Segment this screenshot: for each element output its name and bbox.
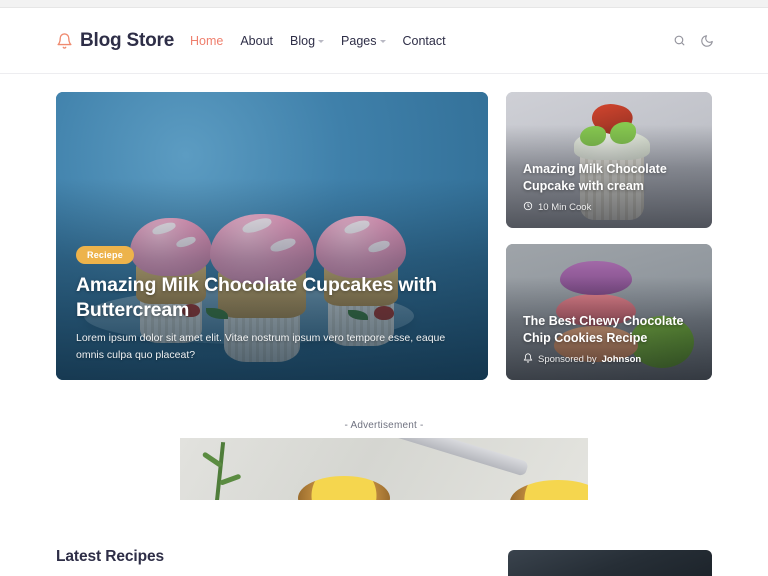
- main-navigation: Home About Blog Pages Contact: [190, 34, 446, 48]
- moon-icon[interactable]: [700, 34, 714, 48]
- hero-post-excerpt: Lorem ipsum dolor sit amet elit. Vitae n…: [76, 332, 446, 361]
- lemon-tart-1: [298, 476, 390, 500]
- hero-post-card[interactable]: Reciepe Amazing Milk Chocolate Cupcakes …: [56, 92, 488, 380]
- search-icon[interactable]: [673, 34, 686, 47]
- header-actions: [673, 34, 714, 48]
- hero-post-body: Reciepe Amazing Milk Chocolate Cupcakes …: [76, 245, 466, 363]
- featured-posts-section: Reciepe Amazing Milk Chocolate Cupcakes …: [56, 92, 712, 380]
- side-post-card-2[interactable]: The Best Chewy Chocolate Chip Cookies Re…: [506, 244, 712, 380]
- lemon-tart-2: [510, 480, 588, 500]
- site-header: Blog Store Home About Blog Pages Contact: [0, 8, 768, 74]
- latest-recipes-title: Latest Recipes: [56, 548, 165, 565]
- chevron-down-icon: [318, 40, 325, 43]
- side-post-card-1[interactable]: Amazing Milk Chocolate Cupcake with crea…: [506, 92, 712, 228]
- clock-icon: [523, 201, 533, 214]
- nav-item-home-label: Home: [190, 33, 224, 48]
- side-post-1-body: Amazing Milk Chocolate Cupcake with crea…: [523, 161, 696, 214]
- page-root: Blog Store Home About Blog Pages Contact: [0, 0, 768, 576]
- side-post-2-body: The Best Chewy Chocolate Chip Cookies Re…: [523, 313, 696, 366]
- side-post-1-meta: 10 Min Cook: [523, 201, 696, 214]
- nav-item-blog-label: Blog: [290, 33, 316, 48]
- advertisement-image: [180, 438, 588, 500]
- bell-icon: [56, 32, 73, 50]
- nav-item-contact-label: Contact: [402, 33, 446, 48]
- nav-item-blog[interactable]: Blog: [290, 33, 325, 48]
- advertisement-label: - Advertisement -: [344, 420, 424, 431]
- hero-post-title[interactable]: Amazing Milk Chocolate Cupcakes with But…: [76, 273, 466, 323]
- nav-item-home[interactable]: Home: [190, 34, 223, 48]
- latest-recipes-sidebar-thumb[interactable]: [508, 550, 712, 576]
- nav-item-contact[interactable]: Contact: [403, 34, 446, 48]
- side-post-1-cook-time: 10 Min Cook: [538, 202, 592, 213]
- bell-icon: [523, 353, 533, 366]
- side-post-2-sponsor-name: Johnson: [601, 354, 642, 365]
- latest-recipes-section: Latest Recipes: [56, 548, 164, 566]
- advertisement-section: - Advertisement -: [0, 420, 768, 500]
- chevron-down-icon: [379, 40, 386, 43]
- site-logo[interactable]: Blog Store: [56, 30, 174, 52]
- advertisement-banner[interactable]: [180, 438, 588, 500]
- nav-item-pages-label: Pages: [341, 33, 377, 48]
- browser-top-strip: [0, 0, 768, 8]
- side-post-2-title[interactable]: The Best Chewy Chocolate Chip Cookies Re…: [523, 313, 696, 346]
- hero-category-badge[interactable]: Reciepe: [76, 245, 134, 264]
- rosemary-sprig: [214, 441, 226, 500]
- side-post-2-meta: Sponsored by Johnson: [523, 353, 696, 366]
- nav-item-pages[interactable]: Pages: [341, 33, 386, 48]
- side-post-2-sponsor-prefix: Sponsored by: [538, 354, 597, 365]
- site-logo-text: Blog Store: [80, 29, 175, 51]
- nav-item-about[interactable]: About: [240, 34, 273, 48]
- cake-knife: [381, 438, 529, 477]
- nav-item-about-label: About: [240, 33, 274, 48]
- side-post-1-title[interactable]: Amazing Milk Chocolate Cupcake with crea…: [523, 161, 696, 194]
